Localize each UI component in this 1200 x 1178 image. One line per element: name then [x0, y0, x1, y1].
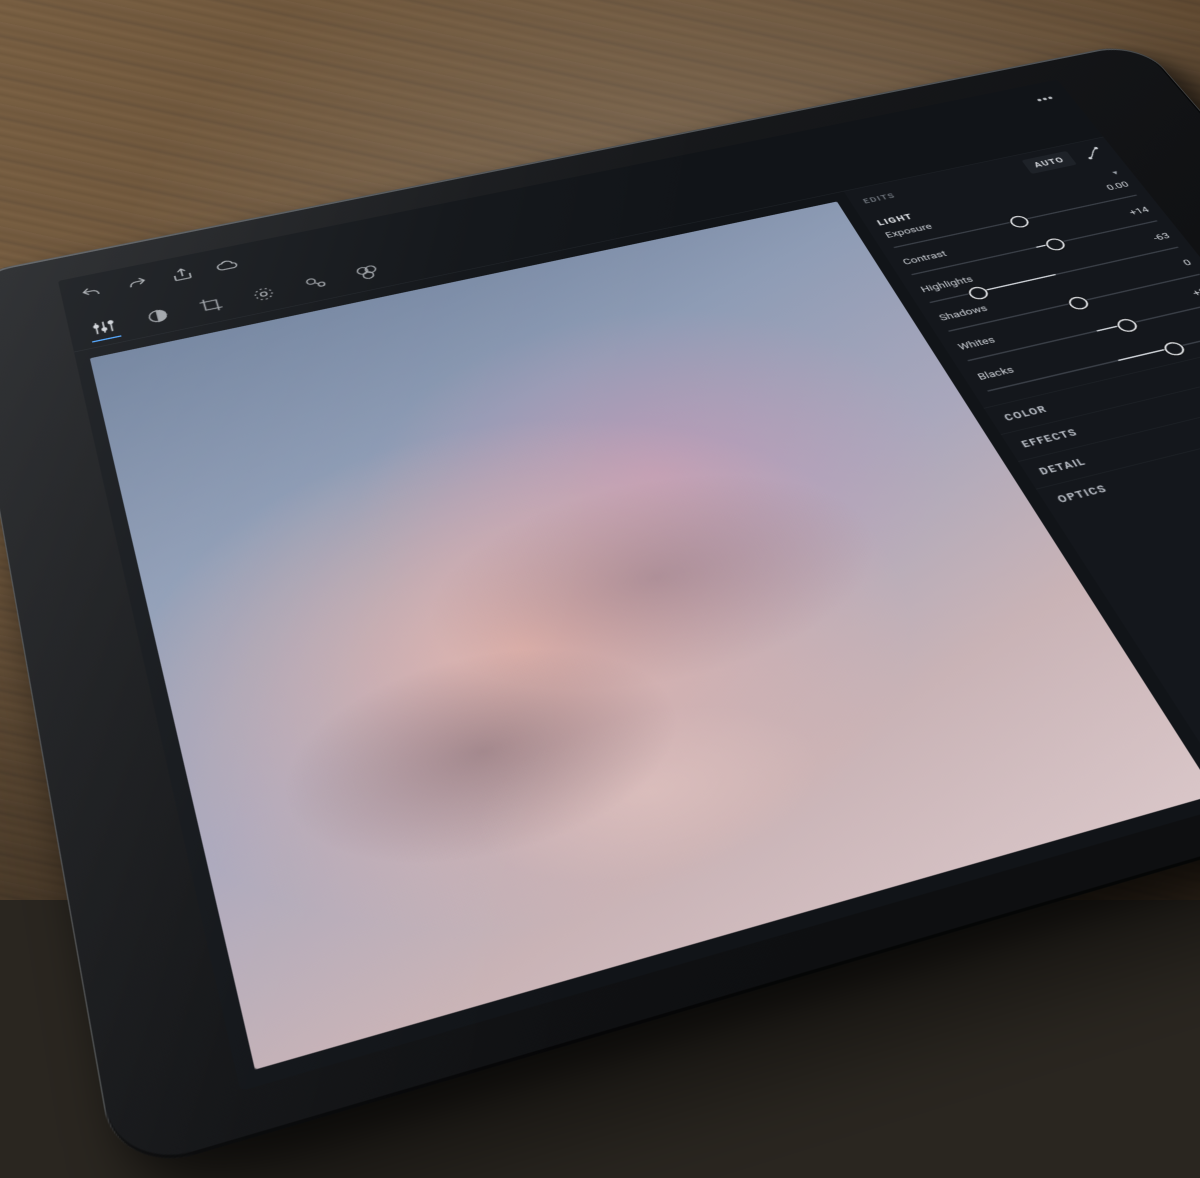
slider-value: 0 — [1181, 258, 1194, 268]
undo-icon[interactable] — [77, 283, 105, 304]
app-screen: EDITS AUTO LIGHT ▾ Exposure0.00Contrast+… — [58, 80, 1200, 1091]
tool-crop[interactable] — [194, 293, 228, 317]
section-title: DETAIL — [1037, 456, 1088, 477]
auto-button[interactable]: AUTO — [1021, 151, 1076, 174]
edits-heading: EDITS — [861, 191, 897, 205]
section-title: OPTICS — [1055, 483, 1109, 505]
slider-thumb[interactable] — [965, 285, 990, 301]
slider-thumb[interactable] — [1066, 295, 1092, 311]
slider-thumb[interactable] — [1043, 237, 1068, 252]
section-title: EFFECTS — [1019, 427, 1080, 450]
cloud-icon[interactable] — [212, 255, 241, 275]
redo-icon[interactable] — [123, 273, 152, 293]
tool-adjust[interactable] — [87, 315, 120, 339]
slider-thumb[interactable] — [1007, 214, 1032, 229]
tool-healing[interactable] — [299, 272, 333, 295]
more-icon[interactable] — [1030, 91, 1060, 108]
tool-presets[interactable] — [350, 261, 384, 284]
tool-tone[interactable] — [141, 304, 175, 328]
slider-thumb[interactable] — [1161, 340, 1188, 357]
curve-icon[interactable] — [1080, 146, 1107, 161]
tool-selective[interactable] — [247, 282, 281, 306]
share-icon[interactable] — [168, 264, 197, 284]
chevron-down-icon: ▾ — [1111, 169, 1121, 176]
slider-thumb[interactable] — [1114, 317, 1140, 333]
section-title: COLOR — [1002, 404, 1050, 423]
slider-value: +22 — [1190, 285, 1200, 298]
